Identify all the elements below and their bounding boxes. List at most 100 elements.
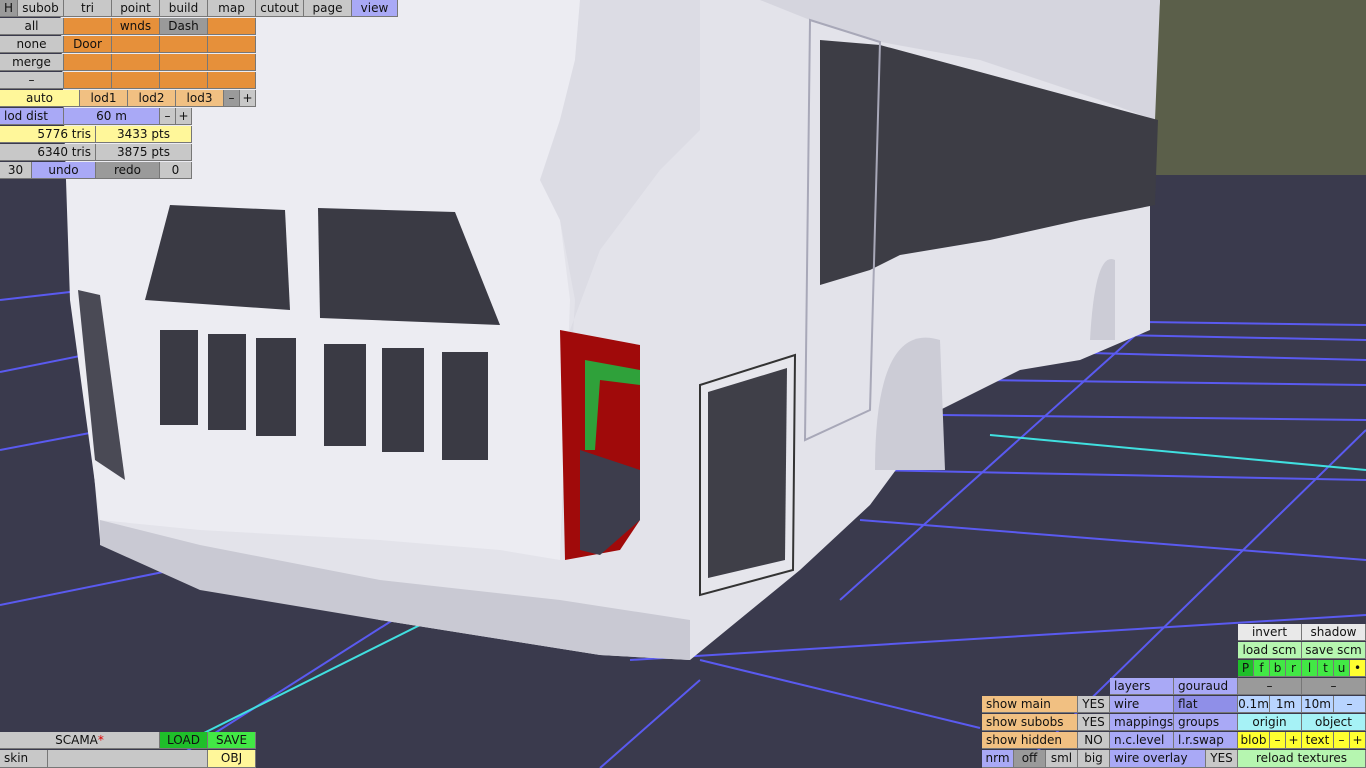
lod-auto-button[interactable]: auto	[0, 90, 80, 107]
gouraud-button[interactable]: gouraud	[1174, 678, 1238, 695]
shadow-button[interactable]: shadow	[1302, 624, 1366, 641]
text-plus[interactable]: +	[1350, 732, 1366, 749]
subob-slot-9[interactable]	[64, 54, 112, 71]
step-minus-left[interactable]: –	[1238, 678, 1302, 695]
lod-dist-label: lod dist	[0, 108, 64, 125]
layers-button[interactable]: layers	[1110, 678, 1174, 695]
wire-overlay-button[interactable]: wire overlay	[1110, 750, 1206, 768]
subob-slot-16[interactable]	[208, 72, 256, 89]
redo-count: 0	[160, 162, 192, 179]
flag-t[interactable]: t	[1318, 660, 1334, 677]
menu-point[interactable]: point	[112, 0, 160, 17]
load-button[interactable]: LOAD	[160, 732, 208, 749]
show-subobs-button[interactable]: show subobs	[982, 714, 1078, 731]
normals-sml[interactable]: sml	[1046, 750, 1078, 768]
subob-slot-13[interactable]	[64, 72, 112, 89]
subob-all-button[interactable]: all	[0, 18, 64, 35]
step-minus[interactable]: –	[1334, 696, 1366, 713]
blob-minus[interactable]: –	[1270, 732, 1286, 749]
flag-b[interactable]: b	[1270, 660, 1286, 677]
menu-cutout[interactable]: cutout	[256, 0, 304, 17]
subob-wnds[interactable]: wnds	[112, 18, 160, 35]
file-name[interactable]: SCAMA*	[0, 732, 160, 749]
subob-dash[interactable]: Dash	[160, 18, 208, 35]
normals-off[interactable]: off	[1014, 750, 1046, 768]
menu-h[interactable]: H	[0, 0, 18, 17]
show-subobs-value[interactable]: YES	[1078, 714, 1110, 731]
object-button[interactable]: object	[1302, 714, 1366, 731]
skin-button[interactable]: skin	[0, 750, 48, 768]
save-button[interactable]: SAVE	[208, 732, 256, 749]
show-main-button[interactable]: show main	[982, 696, 1078, 713]
wire-overlay-value[interactable]: YES	[1206, 750, 1238, 768]
subob-slot-6[interactable]	[112, 36, 160, 53]
lod2-button[interactable]: lod2	[128, 90, 176, 107]
subob-slot-12[interactable]	[208, 54, 256, 71]
mappings-button[interactable]: mappings	[1110, 714, 1174, 731]
reload-textures-button[interactable]: reload textures	[1238, 750, 1366, 768]
3d-viewport[interactable]	[0, 0, 1366, 768]
normals-big[interactable]: big	[1078, 750, 1110, 768]
subob-slot-10[interactable]	[112, 54, 160, 71]
flat-button[interactable]: flat	[1174, 696, 1238, 713]
subob-slot-1[interactable]	[64, 18, 112, 35]
flag-u[interactable]: u	[1334, 660, 1350, 677]
menu-view[interactable]: view	[352, 0, 398, 17]
flag-r[interactable]: r	[1286, 660, 1302, 677]
save-scm-button[interactable]: save scm	[1302, 642, 1366, 659]
obj-button[interactable]: OBJ	[208, 750, 256, 768]
undo-button[interactable]: undo	[32, 162, 96, 179]
subob-minus-button[interactable]: –	[0, 72, 64, 89]
lod3-button[interactable]: lod3	[176, 90, 224, 107]
lr-swap-button[interactable]: l.r.swap	[1174, 732, 1238, 749]
step-1m[interactable]: 1m	[1270, 696, 1302, 713]
text-button[interactable]: text	[1302, 732, 1334, 749]
load-scm-button[interactable]: load scm	[1238, 642, 1302, 659]
groups-button[interactable]: groups	[1174, 714, 1238, 731]
menu-page[interactable]: page	[304, 0, 352, 17]
wire-button[interactable]: wire	[1110, 696, 1174, 713]
step-0-1m[interactable]: 0.1m	[1238, 696, 1270, 713]
subob-door[interactable]: Door	[64, 36, 112, 53]
subob-slot-7[interactable]	[160, 36, 208, 53]
menu-tri[interactable]: tri	[64, 0, 112, 17]
show-hidden-value[interactable]: NO	[1078, 732, 1110, 749]
lod-dist-plus[interactable]: +	[176, 108, 192, 125]
invert-button[interactable]: invert	[1238, 624, 1302, 641]
file-name-text: SCAMA	[55, 733, 98, 747]
menu-subob[interactable]: subob	[18, 0, 64, 17]
undo-count: 30	[0, 162, 32, 179]
lod-dist-value: 60 m	[64, 108, 160, 125]
flag-dot[interactable]: •	[1350, 660, 1366, 677]
blob-button[interactable]: blob	[1238, 732, 1270, 749]
subob-merge-button[interactable]: merge	[0, 54, 64, 71]
normals-nrm[interactable]: nrm	[982, 750, 1014, 768]
origin-button[interactable]: origin	[1238, 714, 1302, 731]
subob-none-button[interactable]: none	[0, 36, 64, 53]
menu-map[interactable]: map	[208, 0, 256, 17]
step-10m[interactable]: 10m	[1302, 696, 1334, 713]
flag-p[interactable]: P	[1238, 660, 1254, 677]
redo-button[interactable]: redo	[96, 162, 160, 179]
lod-minus-button[interactable]: –	[224, 90, 240, 107]
subob-slot-14[interactable]	[112, 72, 160, 89]
menu-build[interactable]: build	[160, 0, 208, 17]
show-hidden-button[interactable]: show hidden	[982, 732, 1078, 749]
skin-field[interactable]	[48, 750, 208, 768]
flag-f[interactable]: f	[1254, 660, 1270, 677]
show-main-value[interactable]: YES	[1078, 696, 1110, 713]
blob-plus[interactable]: +	[1286, 732, 1302, 749]
lod-dist-minus[interactable]: –	[160, 108, 176, 125]
nc-level-button[interactable]: n.c.level	[1110, 732, 1174, 749]
text-minus[interactable]: –	[1334, 732, 1350, 749]
subob-slot-11[interactable]	[160, 54, 208, 71]
lod1-button[interactable]: lod1	[80, 90, 128, 107]
flag-l[interactable]: l	[1302, 660, 1318, 677]
pts-count-2: 3875 pts	[96, 144, 192, 161]
subob-slot-4[interactable]	[208, 18, 256, 35]
subob-slot-8[interactable]	[208, 36, 256, 53]
background-sky	[1150, 0, 1366, 175]
subob-slot-15[interactable]	[160, 72, 208, 89]
step-minus-right[interactable]: –	[1302, 678, 1366, 695]
lod-plus-button[interactable]: +	[240, 90, 256, 107]
